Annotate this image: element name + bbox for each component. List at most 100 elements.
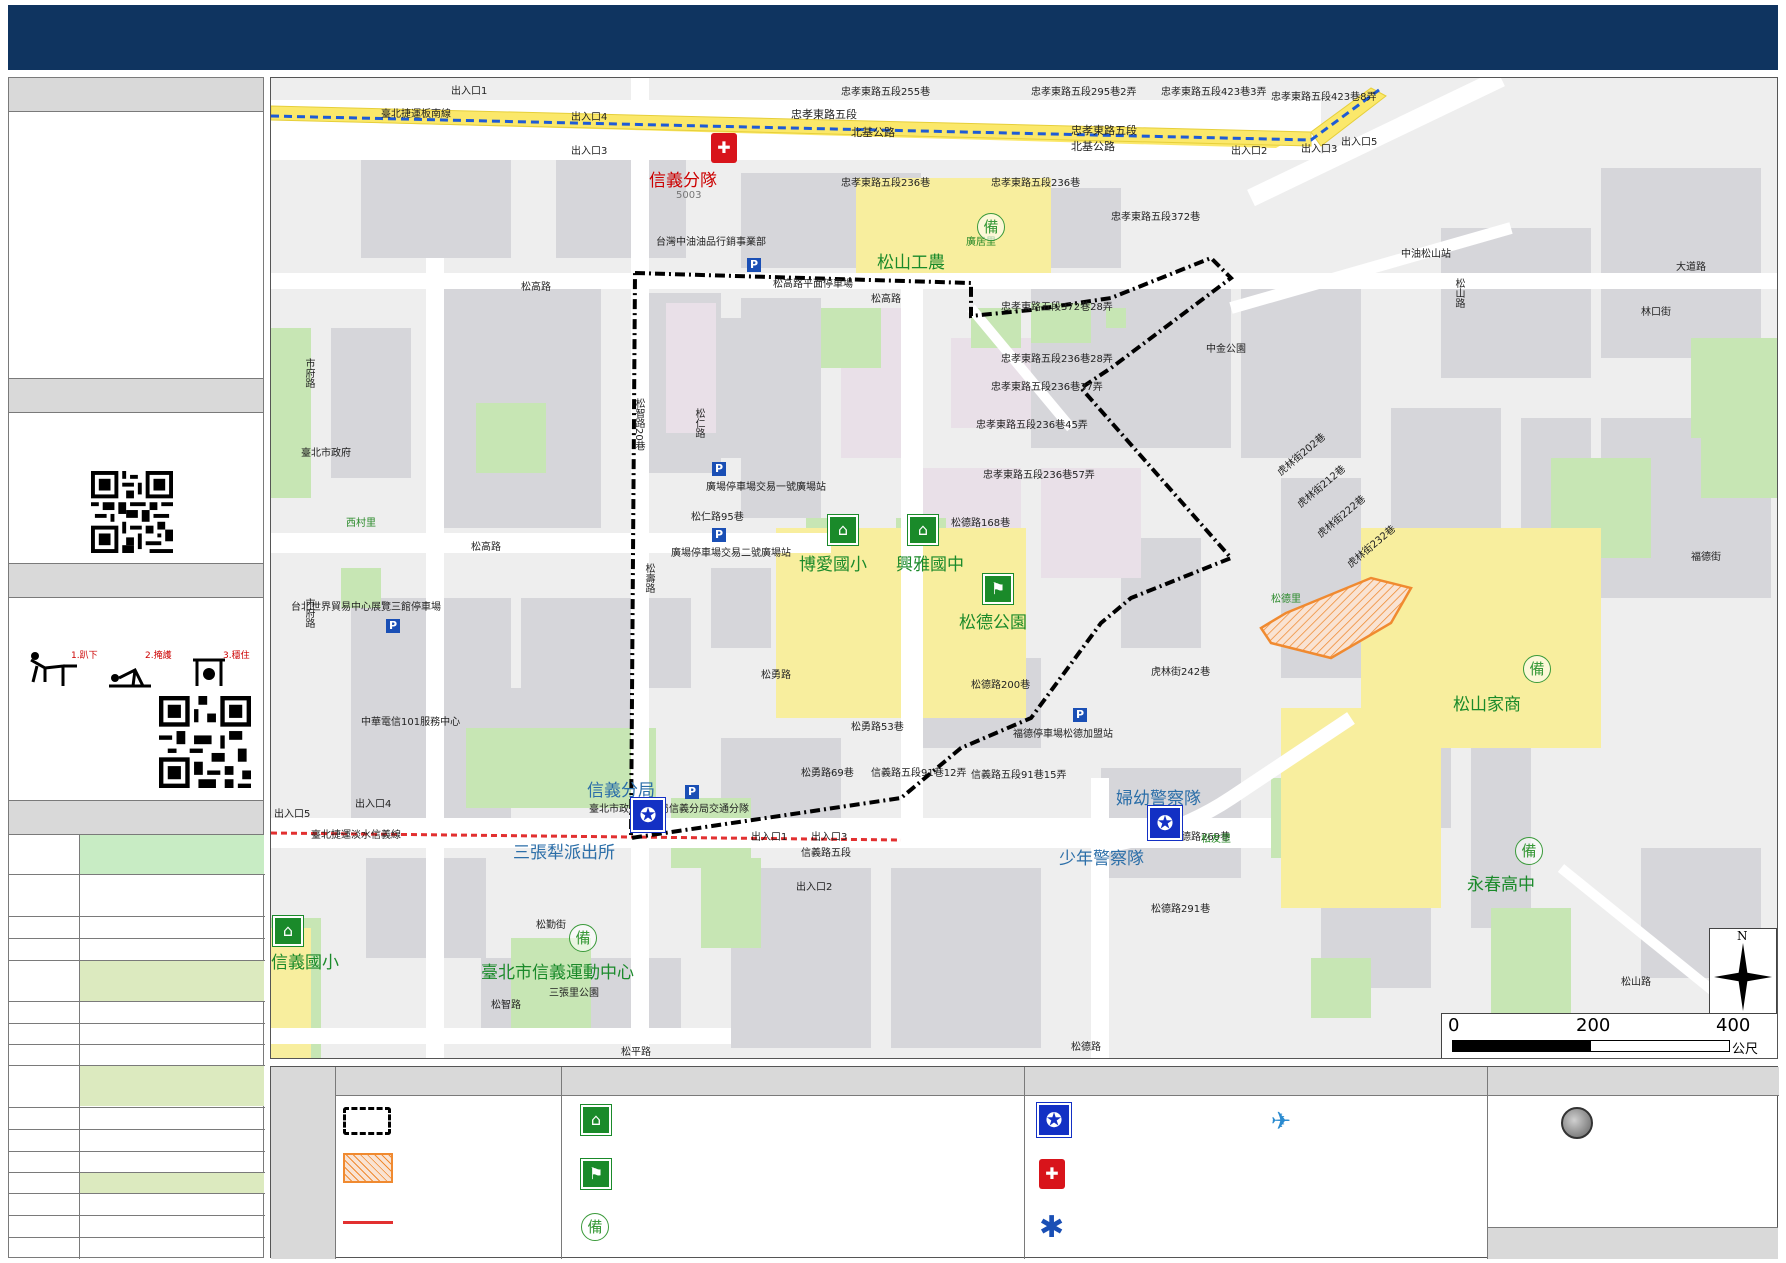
- street-label: 西村里: [346, 518, 376, 529]
- table-row-line: [9, 1193, 265, 1194]
- street-label: 出入口5: [1341, 137, 1378, 148]
- street-label: 5003: [676, 190, 702, 201]
- table-row-line: [9, 1215, 265, 1216]
- hold-step-label: 3.穩住: [223, 651, 250, 661]
- street-label: 出入口5: [274, 809, 311, 820]
- street-label: 出入口3: [1301, 144, 1338, 155]
- legend-footer: [1488, 1227, 1778, 1259]
- legend-hazard-symbol: [343, 1153, 393, 1183]
- street-label: 出入口3: [811, 832, 848, 843]
- street-label: 松德里: [1271, 594, 1301, 605]
- shelter-school-icon[interactable]: ⌂: [273, 916, 303, 946]
- street-label: 臺北市政府: [301, 448, 351, 459]
- street-label: 松勇路: [761, 670, 791, 681]
- table-row-line: [9, 1001, 265, 1002]
- fire-station-icon[interactable]: ✚: [711, 133, 737, 163]
- street-label: 北基公路: [851, 126, 895, 139]
- street-label: 松勤街: [536, 920, 566, 931]
- street-label: 忠孝東路五段236巷28弄: [1001, 354, 1113, 365]
- street-label: 忠孝東路五段255巷: [841, 87, 931, 98]
- street-label: 松高路平面停車場: [773, 279, 853, 290]
- street-label: 松高路: [471, 542, 501, 553]
- parking-icon: P: [685, 785, 699, 799]
- legend-standby-icon: 備: [581, 1213, 609, 1241]
- street-label: 市府路: [303, 358, 314, 388]
- poi-label-sanzhangli-police: 三張犁派出所: [513, 843, 615, 863]
- street-label: 中油松山站: [1401, 249, 1451, 260]
- street-label: 松德路168巷: [951, 518, 1011, 529]
- table-cell-highlight: [80, 961, 264, 1001]
- street-label: 林口街: [1641, 307, 1671, 318]
- safety-panel-header: [9, 564, 263, 598]
- street-label: 出入口4: [571, 112, 608, 123]
- standby-shelter-icon[interactable]: 備: [569, 924, 597, 952]
- street-label: 忠孝東路五段423巷3弄: [1161, 87, 1267, 98]
- standby-shelter-icon[interactable]: 備: [977, 213, 1005, 241]
- parking-icon: P: [712, 462, 726, 476]
- street-label: 信義路五段: [801, 848, 851, 859]
- map-canvas[interactable]: [271, 78, 1778, 1059]
- street-label: 忠孝東路五段236巷: [841, 178, 931, 189]
- safety-qr-code-icon[interactable]: [159, 696, 251, 788]
- street-label: 中華電信101服務中心: [361, 717, 461, 728]
- street-label: 中金公園: [1206, 344, 1246, 355]
- table-row-line: [9, 1151, 265, 1152]
- map-view[interactable]: 忠孝東路五段 忠孝東路五段 北基公路 北基公路 臺北捷運板南線 臺北捷運淡水信義…: [270, 77, 1778, 1059]
- street-label: 忠孝東路五段295巷2弄: [1031, 87, 1137, 98]
- scale-zero: 0: [1448, 1015, 1460, 1036]
- street-label: 忠孝東路五段: [1071, 124, 1137, 137]
- street-label: 臺北市政府警察局信義分局交通分隊: [589, 804, 749, 815]
- legend-divider: [335, 1067, 336, 1259]
- table-row-line: [9, 1065, 265, 1066]
- legend-fire-icon: ✚: [1039, 1159, 1065, 1189]
- table-cell-highlight: [80, 1173, 264, 1193]
- parking-icon: P: [386, 619, 400, 633]
- street-label: 台北世界貿易中心展覽三館停車場: [291, 602, 441, 613]
- table-row-line: [9, 1044, 265, 1045]
- header-bar: [8, 5, 1778, 70]
- street-label: 松友里: [1201, 834, 1231, 845]
- table-row-line: [9, 874, 265, 875]
- north-arrow: N: [1709, 928, 1777, 1020]
- scale-max: 400: [1716, 1015, 1751, 1036]
- qr-code-icon[interactable]: [91, 471, 173, 553]
- street-label: 松平路: [621, 1047, 651, 1058]
- shelter-school-icon[interactable]: ⌂: [908, 515, 938, 545]
- table-cell-highlight: [80, 1066, 264, 1106]
- legend-panel: ⌂ ⚑ 備 ✪ ✚ ✱ ✈: [270, 1066, 1779, 1259]
- shelter-school-icon[interactable]: ⌂: [828, 515, 858, 545]
- legend-divider: [561, 1067, 562, 1259]
- street-label: 松高路: [871, 294, 901, 305]
- qr-panel-header: [9, 379, 263, 413]
- table-panel-header: [9, 801, 263, 835]
- street-label: 松壽路: [643, 563, 654, 593]
- street-label: 松山路: [1453, 278, 1464, 308]
- street-label: 信義路五段91巷15弄: [971, 770, 1067, 781]
- street-label: 出入口1: [451, 86, 488, 97]
- north-label: N: [1737, 929, 1748, 943]
- standby-shelter-icon[interactable]: 備: [1523, 655, 1551, 683]
- street-label: 松德路291巷: [1151, 904, 1211, 915]
- standby-shelter-icon[interactable]: 備: [1515, 837, 1543, 865]
- street-label: 出入口1: [751, 832, 788, 843]
- street-label: 松德路200巷: [971, 680, 1031, 691]
- street-label: 忠孝東路五段372巷: [1111, 212, 1201, 223]
- street-label: 松勇路69巷: [801, 768, 854, 779]
- street-label: 松勇路53巷: [851, 722, 904, 733]
- drop-step-label: 1.趴下: [71, 651, 98, 661]
- scale-bar: 0 200 400 公尺: [1441, 1013, 1777, 1058]
- shelter-park-icon[interactable]: ⚑: [983, 574, 1013, 604]
- street-label: 松仁路: [693, 408, 704, 438]
- poi-label-songshan-home-econ: 松山家商: [1453, 695, 1521, 715]
- table-cell-highlight: [80, 835, 264, 874]
- police-station-icon[interactable]: ✪: [631, 798, 665, 832]
- police-station-icon[interactable]: ✪: [1148, 806, 1182, 840]
- poi-label-youth-police: 少年警察隊: [1059, 849, 1144, 869]
- poi-label-songde-park: 松德公園: [959, 613, 1027, 633]
- street-label: 臺北捷運板南線: [381, 109, 451, 120]
- street-label: 福德街: [1691, 552, 1721, 563]
- street-label: 松山路: [1621, 977, 1651, 988]
- street-label: 忠孝東路五段423巷8弄: [1271, 92, 1377, 103]
- table-row-line: [9, 1172, 265, 1173]
- street-label: 廣場停車場交易二號廣場站: [671, 548, 791, 559]
